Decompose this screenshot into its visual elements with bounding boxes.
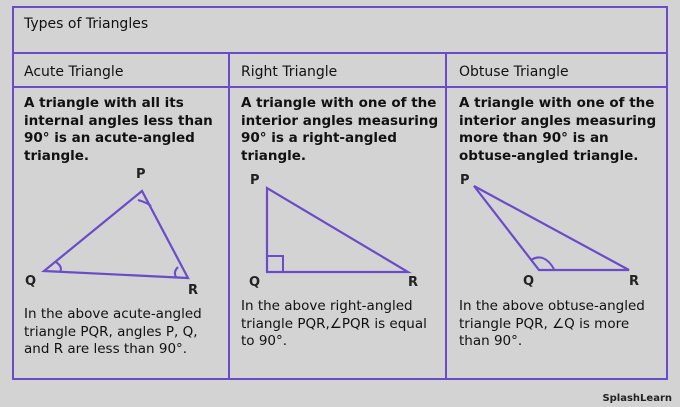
description-right: A triangle with one of the interior angl… [241,95,439,164]
column-heading-obtuse: Obtuse Triangle [459,64,569,80]
splashlearn-logo: SplashLearn [602,393,672,404]
header-divider [14,86,666,88]
obtuse-triangle-diagram: P Q R [460,173,639,289]
description-acute: A triangle with all its internal angles … [24,95,213,164]
note-right: In the above right-angled triangle PQR,∠… [241,298,427,349]
note-acute: In the above acute-angled triangle PQR, … [24,306,202,357]
right-vertex-q-label: Q [249,275,260,290]
right-vertex-r-label: R [408,275,418,290]
acute-angle-r-mark [173,266,179,278]
note-obtuse: In the above obtuse-angled triangle PQR,… [459,298,645,349]
column-heading-acute: Acute Triangle [24,64,124,80]
obtuse-triangle-shape [473,185,630,272]
description-obtuse: A triangle with one of the interior angl… [459,95,657,164]
acute-vertex-p-label: P [136,167,146,182]
acute-triangle-shape [41,189,190,280]
obtuse-vertex-p-label: P [460,173,470,188]
right-triangle-diagram: P Q R [249,173,418,290]
triangle-types-table: Types of Triangles Acute Triangle A tria… [12,6,668,380]
acute-vertex-r-label: R [188,283,198,298]
obtuse-vertex-q-label: Q [523,274,534,289]
right-triangle-shape [265,186,412,274]
acute-triangle-diagram: P Q R [25,167,198,298]
right-vertex-p-label: P [250,173,260,188]
acute-angle-q-mark [55,261,62,273]
right-angle-marker [266,255,284,273]
table-title: Types of Triangles [24,16,149,32]
obtuse-vertex-r-label: R [629,274,639,289]
column-heading-right: Right Triangle [241,64,338,80]
acute-vertex-q-label: Q [25,274,36,289]
title-divider [14,52,666,54]
